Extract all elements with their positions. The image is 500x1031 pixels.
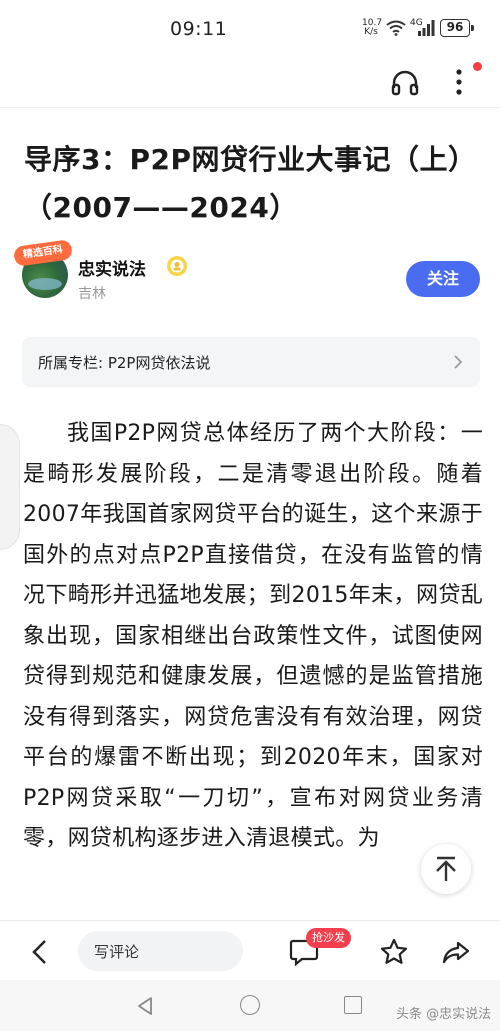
- article-title: 导序3：P2P网贷行业大事记（上）（2007——2024）: [24, 143, 477, 224]
- more-vertical-icon[interactable]: [447, 64, 471, 100]
- comment-input[interactable]: 写评论: [78, 931, 243, 971]
- notification-dot: [473, 62, 482, 71]
- app-header: [0, 56, 500, 108]
- star-icon[interactable]: [379, 937, 409, 967]
- scroll-top-button[interactable]: [421, 844, 471, 894]
- back-arrow-icon[interactable]: [28, 937, 52, 967]
- watermark: 头条 @忠实说法: [396, 1007, 492, 1022]
- bottom-toolbar: 写评论: [0, 920, 500, 980]
- side-pull-tab[interactable]: [0, 424, 20, 550]
- net-speed: 10.7 K/s: [362, 18, 383, 37]
- article-body: 我国P2P网贷总体经历了两个大阶段：一是畸形发展阶段，二是清零退出阶段。随着20…: [23, 414, 483, 920]
- chevron-right-icon: [454, 355, 463, 369]
- headphone-icon[interactable]: [390, 68, 420, 96]
- wifi-icon: [386, 20, 406, 36]
- status-time: 09:11: [170, 18, 228, 40]
- verified-badge-icon: [167, 256, 187, 276]
- column-link[interactable]: 所属专栏: P2P网贷依法说: [22, 337, 480, 387]
- sofa-badge: 抢沙发: [306, 928, 351, 948]
- comment-placeholder: 写评论: [94, 943, 140, 961]
- status-bar: 09:11 10.7 K/s 4G 96: [0, 0, 500, 56]
- body-paragraph: 我国P2P网贷总体经历了两个大阶段：一是畸形发展阶段，二是清零退出阶段。随着20…: [23, 421, 483, 851]
- share-icon[interactable]: [441, 937, 471, 967]
- signal-icon: [418, 20, 435, 36]
- column-label: 所属专栏: P2P网贷依法说: [38, 354, 211, 372]
- nav-recent-icon[interactable]: [344, 996, 362, 1014]
- battery-indicator: 96: [440, 19, 474, 37]
- author-location: 吉林: [78, 286, 106, 302]
- author-name[interactable]: 忠实说法: [78, 255, 146, 280]
- arrow-up-icon: [436, 856, 456, 881]
- follow-button[interactable]: 关注: [406, 261, 480, 297]
- nav-home-icon[interactable]: [240, 995, 260, 1015]
- nav-back-icon[interactable]: [136, 996, 154, 1016]
